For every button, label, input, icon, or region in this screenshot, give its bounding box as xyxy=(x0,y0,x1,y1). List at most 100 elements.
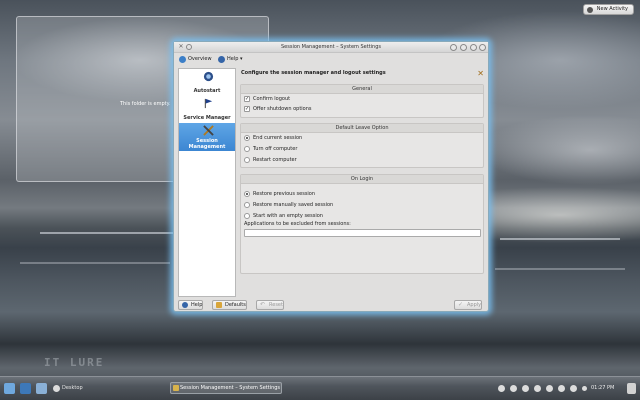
group-header: Default Leave Option xyxy=(241,124,483,133)
battery-icon[interactable] xyxy=(570,385,577,392)
reset-button[interactable]: ↶ Reset xyxy=(256,300,284,310)
sidebar-item-session-management[interactable]: Session Management xyxy=(179,123,235,151)
maximize-button[interactable] xyxy=(470,44,477,51)
overview-button[interactable]: Overview xyxy=(179,55,212,64)
apply-check-icon: ✓ xyxy=(458,301,464,308)
system-settings-window: ✕ Session Management – System Settings O… xyxy=(173,41,489,312)
window-title: Session Management – System Settings xyxy=(280,44,382,50)
pin-icon[interactable] xyxy=(186,44,192,50)
clock[interactable]: 01:27 PM xyxy=(591,385,614,391)
system-settings-icon xyxy=(173,385,179,391)
sidebar-item-label: Service Manager xyxy=(183,115,231,121)
help-menu-button[interactable]: Help ▾ xyxy=(218,55,243,64)
minimize-button[interactable] xyxy=(460,44,467,51)
activity-icon xyxy=(586,7,593,13)
defaults-button-label: Defaults xyxy=(225,302,246,308)
radio-icon xyxy=(244,213,250,219)
apply-button[interactable]: ✓ Apply xyxy=(454,300,483,310)
settings-sidebar: Autostart Service Manager Session Manage… xyxy=(178,68,236,297)
help-menu-label: Help xyxy=(227,56,239,62)
restart-radio[interactable]: Restart computer xyxy=(244,156,297,164)
wave-line xyxy=(500,238,620,240)
checkbox-label: Offer shutdown options xyxy=(253,106,312,112)
defaults-icon xyxy=(216,302,222,308)
activity-label: Desktop xyxy=(62,385,83,391)
service-manager-flag-icon xyxy=(204,98,213,109)
defaults-button[interactable]: Defaults xyxy=(212,300,247,310)
offer-shutdown-checkbox[interactable]: ✓ Offer shutdown options xyxy=(244,105,312,113)
sidebar-item-autostart[interactable]: Autostart xyxy=(179,69,235,96)
folder-empty-text: This folder is empty. xyxy=(120,101,171,107)
printer-icon[interactable] xyxy=(534,385,541,392)
volume-icon[interactable] xyxy=(546,385,553,392)
help-icon xyxy=(218,56,225,63)
sidebar-item-label: Management xyxy=(188,144,226,150)
chevron-down-icon: ▾ xyxy=(240,56,243,62)
restore-manual-radio[interactable]: Restore manually saved session xyxy=(244,201,333,209)
radio-icon xyxy=(244,146,250,152)
radio-label: Restart computer xyxy=(253,157,297,163)
back-arrow-icon xyxy=(179,56,186,63)
application-launcher-icon[interactable] xyxy=(4,383,15,394)
file-manager-icon[interactable] xyxy=(36,383,47,394)
wave-line xyxy=(20,262,170,264)
page-title: Configure the session manager and logout… xyxy=(241,70,386,76)
radio-icon xyxy=(244,202,250,208)
settings-content: Configure the session manager and logout… xyxy=(240,68,486,298)
radio-label: Turn off computer xyxy=(253,146,298,152)
activity-manager-icon[interactable] xyxy=(53,385,60,392)
help-button[interactable]: Help xyxy=(178,300,204,310)
task-label: Session Management – System Settings xyxy=(180,385,281,391)
empty-session-radio[interactable]: Start with an empty session xyxy=(244,212,323,220)
restore-previous-radio[interactable]: Restore previous session xyxy=(244,190,315,198)
security-shield-icon[interactable] xyxy=(510,385,517,392)
app-menu-icon[interactable]: ✕ xyxy=(178,44,184,50)
wave-line xyxy=(40,232,180,234)
watermark-text: IT LURE xyxy=(44,356,105,369)
on-login-group: On Login Restore previous session Restor… xyxy=(240,174,484,274)
session-management-tools-icon xyxy=(203,125,214,136)
panel-toolbox-icon[interactable] xyxy=(627,383,636,394)
reset-icon: ↶ xyxy=(260,301,266,308)
window-toolbar: Overview Help ▾ xyxy=(174,53,488,65)
autostart-icon xyxy=(203,71,214,82)
tools-icon: ✕ xyxy=(477,69,484,78)
info-icon[interactable] xyxy=(498,385,505,392)
task-session-management[interactable]: Session Management – System Settings xyxy=(170,382,282,394)
radio-label: Restore manually saved session xyxy=(253,202,334,208)
close-button[interactable] xyxy=(479,44,486,51)
new-activity-button[interactable]: New Activity xyxy=(582,4,634,15)
radio-label: Restore previous session xyxy=(253,191,316,197)
reset-button-label: Reset xyxy=(269,302,283,308)
turn-off-radio[interactable]: Turn off computer xyxy=(244,145,297,153)
default-leave-group: Default Leave Option End current session… xyxy=(240,123,484,168)
exclude-label: Applications to be excluded from session… xyxy=(244,221,351,227)
taskbar: Desktop Session Management – System Sett… xyxy=(0,376,640,400)
window-titlebar[interactable]: ✕ Session Management – System Settings xyxy=(174,42,488,53)
desktop-icon[interactable] xyxy=(20,383,31,394)
radio-label: End current session xyxy=(253,135,303,141)
help-button-label: Help xyxy=(191,302,203,308)
radio-selected-icon xyxy=(244,135,250,141)
confirm-logout-checkbox[interactable]: ✓ Confirm logout xyxy=(244,95,290,103)
network-icon[interactable] xyxy=(522,385,529,392)
radio-selected-icon xyxy=(244,191,250,197)
general-group: General ✓ Confirm logout ✓ Offer shutdow… xyxy=(240,84,484,118)
radio-label: Start with an empty session xyxy=(253,213,323,219)
new-activity-label: New Activity xyxy=(596,6,628,12)
exclude-apps-input[interactable] xyxy=(244,229,481,237)
group-header: General xyxy=(241,85,483,94)
end-session-radio[interactable]: End current session xyxy=(244,134,302,142)
sidebar-item-service-manager[interactable]: Service Manager xyxy=(179,96,235,123)
expand-tray-icon[interactable] xyxy=(582,386,587,391)
help-window-icon[interactable] xyxy=(450,44,457,51)
wave-line xyxy=(495,268,625,270)
radio-icon xyxy=(244,157,250,163)
group-header: On Login xyxy=(241,175,483,184)
help-icon xyxy=(182,302,188,308)
checkbox-label: Confirm logout xyxy=(253,96,291,102)
checkbox-checked-icon: ✓ xyxy=(244,106,250,112)
apply-button-label: Apply xyxy=(467,302,482,308)
clipboard-icon[interactable] xyxy=(558,385,565,392)
overview-label: Overview xyxy=(188,56,212,62)
